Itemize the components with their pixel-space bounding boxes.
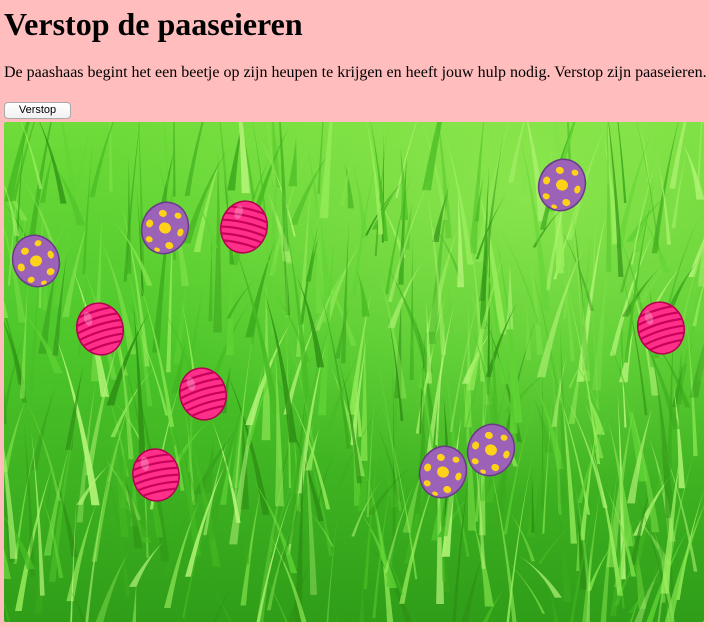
page-title: Verstop de paaseieren [4,6,303,42]
easter-egg-pink[interactable] [127,444,186,506]
grass-field [4,122,704,622]
striped-egg-icon [128,448,184,502]
hide-eggs-button[interactable]: Verstop [4,102,71,119]
grass-image [4,122,704,622]
intro-text: De paashaas begint het een beetje op zij… [4,64,707,81]
